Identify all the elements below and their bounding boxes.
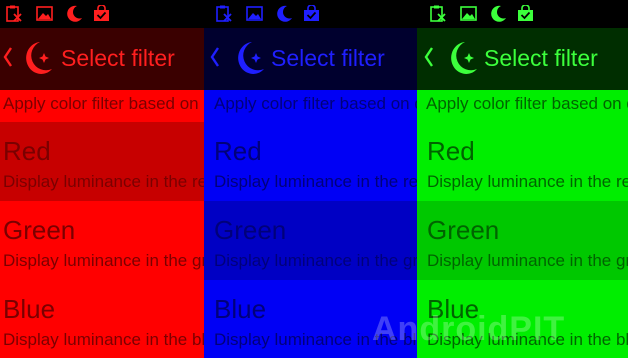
page-title: Select filter	[271, 45, 385, 71]
page-title: Select filter	[61, 45, 175, 71]
moon-star-app-icon[interactable]	[20, 39, 54, 77]
option-red[interactable]: Red Display luminance in the red channel	[417, 122, 628, 201]
option-red[interactable]: Red Display luminance in the red channel	[0, 122, 204, 201]
option-subtitle: Display luminance in the green channel	[427, 251, 628, 270]
page-title: Select filter	[484, 45, 598, 71]
option-label: Red	[427, 136, 475, 166]
bag-check-icon	[517, 5, 534, 22]
option-subtitle: Display luminance in the green channel	[214, 251, 417, 270]
description-text: Apply color filter based on display lumi…	[214, 94, 417, 113]
option-red[interactable]: Red Display luminance in the red channel	[204, 122, 417, 201]
filter-description: Apply color filter based on display lumi…	[204, 90, 417, 122]
option-label: Green	[3, 215, 76, 245]
action-bar: Select filter	[417, 28, 628, 90]
back-chevron-icon[interactable]	[3, 46, 13, 68]
option-label: Red	[214, 136, 262, 166]
screenshot-collage: Select filter Apply color filter based o…	[0, 0, 628, 358]
bag-check-icon	[93, 5, 110, 22]
option-subtitle: Display luminance in the red channel	[3, 172, 204, 191]
moon-star-app-icon[interactable]	[232, 39, 266, 77]
option-subtitle: Display luminance in the green channel	[3, 251, 204, 270]
watermark-logo: AndroidPIT	[372, 310, 566, 348]
status-bar	[204, 0, 417, 28]
action-bar: Select filter	[0, 28, 204, 90]
filter-description: Apply color filter based on display lumi…	[0, 90, 204, 122]
moon-icon	[490, 5, 507, 22]
filter-description: Apply color filter based on display lumi…	[417, 90, 628, 122]
image-icon	[36, 5, 53, 22]
option-label: Green	[427, 215, 500, 245]
option-green[interactable]: Green Display luminance in the green chan…	[0, 201, 204, 280]
clipboard-x-icon	[5, 5, 22, 22]
image-icon	[246, 5, 263, 22]
back-chevron-icon[interactable]	[210, 46, 220, 68]
bag-check-icon	[303, 5, 320, 22]
option-subtitle: Display luminance in the red channel	[214, 172, 417, 191]
option-label: Blue	[214, 294, 267, 324]
image-icon	[460, 5, 477, 22]
panel-red: Select filter Apply color filter based o…	[0, 0, 204, 358]
action-bar: Select filter	[204, 28, 417, 90]
option-green[interactable]: Green Display luminance in the green chan…	[204, 201, 417, 280]
option-green[interactable]: Green Display luminance in the green chan…	[417, 201, 628, 280]
clipboard-x-icon	[215, 5, 232, 22]
panel-blue: Select filter Apply color filter based o…	[204, 0, 417, 358]
description-text: Apply color filter based on display lumi…	[426, 94, 628, 113]
option-label: Green	[214, 215, 287, 245]
option-subtitle: Display luminance in the red channel	[427, 172, 628, 191]
panel-green: Select filter Apply color filter based o…	[417, 0, 628, 358]
option-label: Blue	[3, 294, 56, 324]
moon-icon	[66, 5, 83, 22]
back-chevron-icon[interactable]	[424, 46, 434, 68]
status-bar	[417, 0, 628, 28]
option-blue[interactable]: Blue Display luminance in the blue channe…	[0, 280, 204, 358]
moon-star-app-icon[interactable]	[445, 39, 479, 77]
description-text: Apply color filter based on display lumi…	[3, 94, 204, 113]
moon-icon	[276, 5, 293, 22]
status-bar	[0, 0, 204, 28]
option-label: Red	[3, 136, 51, 166]
option-subtitle: Display luminance in the blue channel	[3, 330, 204, 349]
clipboard-x-icon	[429, 5, 446, 22]
